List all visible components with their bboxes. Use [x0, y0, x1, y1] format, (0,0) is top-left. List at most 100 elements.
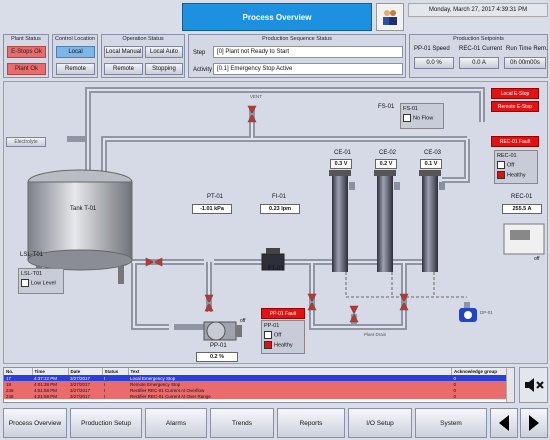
nav-io-setup[interactable]: I/O Setup	[348, 408, 412, 438]
alarm-cell-group: 0	[453, 393, 457, 399]
ce-03-label: CE-03	[424, 150, 442, 156]
datetime-display: Monday, March 27, 2017 4:39:31 PM	[408, 3, 548, 17]
nav-reports[interactable]: Reports	[277, 408, 345, 438]
tank-t01-graphic	[27, 169, 133, 284]
pp-01-value: 0.2 %	[196, 352, 238, 362]
fi-01-label: FI-01	[272, 194, 287, 200]
ce-01-value: 0.3 V	[330, 159, 352, 169]
rec-01-value: 255.5 A	[502, 204, 542, 214]
rec-01-status-box: REC-01 Off Healthy	[494, 150, 538, 184]
low-level-indicator	[21, 279, 29, 287]
nav-trends[interactable]: Trends	[210, 408, 274, 438]
pt-01-value: -1.01 kPa	[192, 204, 232, 214]
col-status: Status	[102, 368, 129, 375]
col-date: Date	[68, 368, 103, 375]
pp-01-fault-button[interactable]: PP-01 Fault	[261, 308, 305, 319]
rec-01-fault-button[interactable]: REC-01 Fault	[491, 136, 539, 147]
local-button[interactable]: Local	[56, 46, 95, 58]
cells-graphic	[329, 170, 445, 272]
nav-system[interactable]: System	[415, 408, 487, 438]
page-header: Process Overview	[182, 3, 372, 31]
pp-healthy-indicator	[264, 341, 272, 349]
fi-01-value: 0.23 lpm	[260, 204, 300, 214]
rec-healthy-indicator	[497, 171, 505, 179]
plant-drain-label: Plant Drain	[364, 332, 387, 337]
mute-icon	[524, 378, 544, 392]
plant-ok-button[interactable]: Plant Ok	[7, 63, 46, 75]
col-time: Time	[32, 368, 69, 375]
activity-field: [0.1] Emergency Stop Active	[213, 63, 403, 75]
alarm-cell-date: 3/27/2017	[70, 393, 91, 399]
pump-graphic	[203, 321, 242, 341]
ft-01-label: FT-01	[268, 266, 284, 272]
rec-current-field[interactable]: 0.0 A	[459, 57, 499, 69]
fs-01-tag: FS-01	[378, 104, 395, 110]
vent-label: VENT	[250, 94, 263, 99]
rec-current-label: REC-01 Current	[459, 46, 503, 52]
step-field: [0] Plant not Ready to Start	[213, 46, 403, 58]
remote-estop-button[interactable]: Remote E-Stop	[491, 101, 539, 112]
remote-location-button[interactable]: Remote	[56, 63, 95, 75]
mute-button[interactable]	[519, 367, 548, 403]
panel-title: Control Location	[54, 36, 96, 42]
pt-01-label: PT-01	[207, 194, 224, 200]
no-flow-indicator	[403, 114, 411, 122]
pp-speed-field[interactable]: 0.0 %	[414, 57, 454, 69]
fs-01-status-box: FS-01 No Flow	[400, 103, 444, 129]
local-auto-button[interactable]: Local Auto	[145, 46, 183, 58]
electrolyte-button[interactable]: Electrolyte	[6, 137, 46, 147]
page-title: Process Overview	[242, 12, 312, 22]
col-no: No.	[4, 368, 33, 375]
local-manual-button[interactable]: Local Manual	[104, 46, 143, 58]
pp-off-label: off	[240, 318, 246, 324]
activity-label: Activity	[193, 67, 213, 73]
pp-off-indicator	[264, 331, 272, 339]
nav-process-overview[interactable]: Process Overview	[3, 408, 67, 438]
remote-button[interactable]: Remote	[104, 63, 143, 75]
panel-title: Production Setpoints	[453, 36, 504, 42]
alarm-cell-no: 248	[6, 393, 14, 399]
pp-speed-label: PP-01 Speed	[414, 46, 450, 52]
alarm-cell-text: Rectifier REC-01 Current At Over Range	[130, 393, 211, 399]
rec-01-label: REC-01	[511, 194, 533, 200]
nav-production-setup[interactable]: Production Setup	[70, 408, 142, 438]
nav-alarms[interactable]: Alarms	[145, 408, 207, 438]
alarm-cell-status: I	[104, 393, 106, 399]
panel-title: Production Sequence Status	[262, 36, 332, 42]
lsl-t01-status-box: LSL-T01 Low Level	[18, 268, 64, 294]
process-diagram: VENT Electrolyte FS-01 FS-01 No Flow Tan…	[3, 81, 548, 364]
prev-arrow-icon	[499, 415, 509, 431]
prev-button[interactable]	[490, 408, 518, 438]
panel-title: Plant Status	[11, 36, 41, 42]
alarm-scrollbar[interactable]	[506, 368, 514, 402]
col-ack: Acknowledge group	[451, 368, 514, 375]
operation-status-panel: Operation Status Local Manual Local Auto…	[101, 34, 185, 78]
panel-title: Operation Status	[122, 36, 164, 42]
alarm-row[interactable]: 248 4:01:58 PM 3/27/2017 I Rectifier REC-01 …	[4, 393, 514, 399]
stopping-button[interactable]: Stopping	[145, 63, 183, 75]
step-label: Step	[193, 50, 206, 56]
control-location-panel: Control Location Local Remote	[52, 34, 98, 78]
next-button[interactable]	[520, 408, 548, 438]
user-button[interactable]	[376, 3, 404, 31]
ce-02-value: 0.2 V	[375, 159, 397, 169]
ce-03-value: 0.1 V	[420, 159, 442, 169]
runtime-label: Run Time Rem.	[506, 46, 548, 52]
alarm-cell-time: 4:01:58 PM	[34, 393, 58, 399]
production-setpoints-panel: Production Setpoints PP-01 Speed REC-01 …	[409, 34, 548, 78]
col-text: Text	[128, 368, 452, 375]
estops-ok-button[interactable]: E-Stops Ok	[7, 46, 46, 58]
runtime-field[interactable]: 0h 00m00s	[504, 57, 546, 69]
ce-01-label: CE-01	[334, 150, 352, 156]
rec-off-indicator	[497, 161, 505, 169]
lsl-t01-tag: LSL-T01	[20, 252, 44, 258]
users-icon	[383, 10, 397, 25]
pp-01-label: PP-01	[210, 343, 227, 349]
ce-02-label: CE-02	[379, 150, 397, 156]
sequence-status-panel: Production Sequence Status Step [0] Plan…	[188, 34, 406, 78]
local-estop-button[interactable]: Local E-Stop	[491, 88, 539, 99]
next-arrow-icon	[529, 415, 539, 431]
rec-off-label: off	[534, 256, 540, 262]
alarm-list[interactable]: No. Time Date Status Text Acknowledge gr…	[3, 367, 515, 403]
dp-01-label: DP-01	[480, 310, 493, 315]
